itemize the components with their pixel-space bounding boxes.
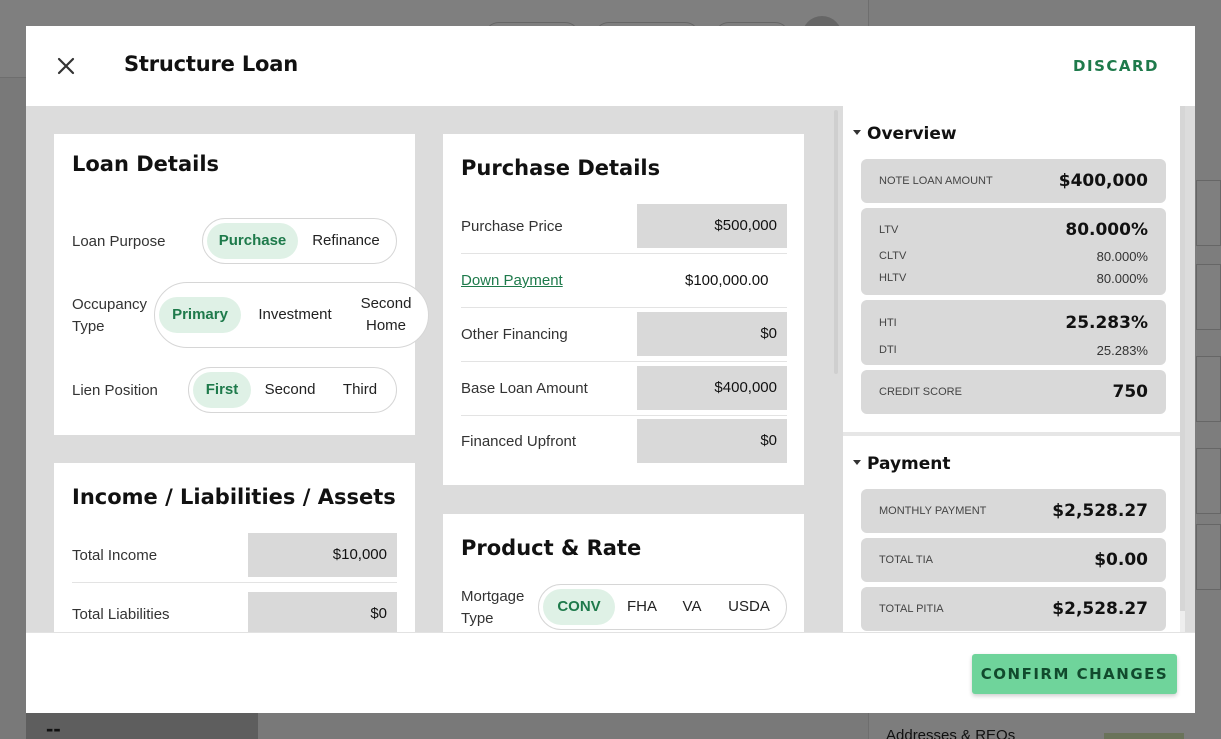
income-liabilities-assets-card: Income / Liabilities / Assets Total Inco… bbox=[54, 463, 415, 632]
payment-section-toggle[interactable]: Payment bbox=[853, 454, 951, 474]
credit-score-metric: CREDIT SCORE 750 bbox=[861, 370, 1166, 414]
occupancy-option-second-home[interactable]: Second Home bbox=[351, 293, 421, 337]
monthly-payment-label: MONTHLY PAYMENT bbox=[879, 505, 987, 517]
occupancy-type-label: Occupancy Type bbox=[72, 294, 147, 338]
lien-option-second[interactable]: Second bbox=[255, 372, 325, 408]
summary-panel: Overview NOTE LOAN AMOUNT $400,000 LTV 8… bbox=[843, 106, 1185, 632]
discard-button[interactable]: DISCARD bbox=[1073, 57, 1159, 75]
row-divider bbox=[461, 307, 787, 308]
total-pitia-metric: TOTAL PITIA $2,528.27 bbox=[861, 587, 1166, 631]
row-divider bbox=[461, 361, 787, 362]
modal-header: Structure Loan DISCARD bbox=[26, 26, 1195, 106]
modal-body: Loan Details Loan Purpose Purchase Refin… bbox=[26, 106, 1195, 632]
total-income-field[interactable]: $10,000 bbox=[248, 533, 397, 577]
hti-metric: HTI 25.283% DTI 25.283% bbox=[861, 300, 1166, 365]
occupancy-option-second-home-line2: Home bbox=[365, 317, 406, 334]
overview-title: Overview bbox=[867, 124, 957, 144]
lien-option-third[interactable]: Third bbox=[329, 372, 391, 408]
hltv-label: HLTV bbox=[879, 272, 907, 284]
mortgage-option-usda[interactable]: USDA bbox=[717, 589, 781, 625]
income-card-title: Income / Liabilities / Assets bbox=[72, 485, 396, 509]
credit-score-value: 750 bbox=[1112, 382, 1149, 402]
structure-loan-modal: Structure Loan DISCARD Loan Details Loan… bbox=[26, 26, 1195, 713]
hti-value: 25.283% bbox=[1065, 313, 1148, 333]
confirm-changes-button[interactable]: CONFIRM CHANGES bbox=[972, 654, 1177, 694]
note-loan-amount-label: NOTE LOAN AMOUNT bbox=[879, 175, 993, 187]
cltv-label: CLTV bbox=[879, 250, 907, 262]
section-divider bbox=[843, 432, 1185, 436]
total-income-label: Total Income bbox=[72, 547, 158, 564]
summary-scrollbar-thumb[interactable] bbox=[1180, 106, 1185, 611]
total-tia-value: $0.00 bbox=[1094, 550, 1148, 570]
total-liabilities-field[interactable]: $0 bbox=[248, 592, 397, 632]
mortgage-type-label: Mortgage Type bbox=[461, 586, 524, 630]
main-scrollbar[interactable] bbox=[834, 110, 838, 374]
loan-purpose-label: Loan Purpose bbox=[72, 233, 166, 250]
ltv-value: 80.000% bbox=[1065, 220, 1148, 240]
total-pitia-label: TOTAL PITIA bbox=[879, 603, 944, 615]
note-loan-amount-metric: NOTE LOAN AMOUNT $400,000 bbox=[861, 159, 1166, 203]
loan-details-title: Loan Details bbox=[72, 152, 220, 176]
monthly-payment-metric: MONTHLY PAYMENT $2,528.27 bbox=[861, 489, 1166, 533]
lien-position-toggle: First Second Third bbox=[188, 367, 397, 413]
note-loan-amount-value: $400,000 bbox=[1058, 171, 1148, 191]
mortgage-type-label-line2: Type bbox=[461, 610, 494, 627]
mortgage-option-conv[interactable]: CONV bbox=[543, 589, 615, 625]
modal-title: Structure Loan bbox=[124, 52, 298, 76]
dti-value: 25.283% bbox=[1096, 343, 1148, 358]
hltv-value: 80.000% bbox=[1096, 271, 1148, 286]
row-divider bbox=[461, 253, 787, 254]
purchase-price-label: Purchase Price bbox=[461, 218, 563, 235]
product-rate-title: Product & Rate bbox=[461, 536, 642, 560]
base-loan-amount-label: Base Loan Amount bbox=[461, 380, 588, 397]
monthly-payment-value: $2,528.27 bbox=[1052, 501, 1148, 521]
occupancy-option-investment[interactable]: Investment bbox=[243, 297, 347, 333]
occupancy-type-label-line1: Occupancy bbox=[72, 296, 148, 313]
total-liabilities-label: Total Liabilities bbox=[72, 606, 170, 623]
lien-position-label: Lien Position bbox=[72, 382, 158, 399]
hti-label: HTI bbox=[879, 317, 897, 329]
credit-score-label: CREDIT SCORE bbox=[879, 386, 962, 398]
caret-down-icon bbox=[853, 129, 861, 135]
row-divider bbox=[461, 415, 787, 416]
other-financing-label: Other Financing bbox=[461, 326, 568, 343]
lien-option-first[interactable]: First bbox=[193, 372, 251, 408]
total-pitia-value: $2,528.27 bbox=[1052, 599, 1148, 619]
overview-section-toggle[interactable]: Overview bbox=[853, 124, 957, 144]
occupancy-option-primary[interactable]: Primary bbox=[159, 297, 241, 333]
product-rate-card: Product & Rate Mortgage Type CONV FHA VA… bbox=[443, 514, 804, 632]
payment-title: Payment bbox=[867, 454, 951, 474]
row-divider bbox=[72, 582, 397, 583]
total-tia-metric: TOTAL TIA $0.00 bbox=[861, 538, 1166, 582]
total-tia-label: TOTAL TIA bbox=[879, 554, 933, 566]
mortgage-option-va[interactable]: VA bbox=[669, 589, 715, 625]
loan-purpose-option-purchase[interactable]: Purchase bbox=[207, 223, 298, 259]
ltv-metric: LTV 80.000% CLTV 80.000% HLTV 80.000% bbox=[861, 208, 1166, 295]
down-payment-value: $100,000.00 bbox=[685, 272, 769, 289]
mortgage-type-label-line1: Mortgage bbox=[461, 588, 525, 605]
loan-details-card: Loan Details Loan Purpose Purchase Refin… bbox=[54, 134, 429, 435]
cltv-value: 80.000% bbox=[1096, 249, 1148, 264]
down-payment-link[interactable]: Down Payment bbox=[461, 270, 563, 292]
purchase-details-title: Purchase Details bbox=[461, 156, 661, 180]
financed-upfront-label: Financed Upfront bbox=[461, 433, 577, 450]
purchase-price-field[interactable]: $500,000 bbox=[637, 204, 787, 248]
occupancy-type-toggle: Primary Investment Second Home bbox=[154, 282, 429, 348]
caret-down-icon bbox=[853, 459, 861, 465]
base-loan-amount-field[interactable]: $400,000 bbox=[637, 366, 787, 410]
other-financing-field[interactable]: $0 bbox=[637, 312, 787, 356]
loan-purpose-option-refinance[interactable]: Refinance bbox=[301, 223, 391, 259]
financed-upfront-field[interactable]: $0 bbox=[637, 419, 787, 463]
dti-label: DTI bbox=[879, 344, 897, 356]
occupancy-type-label-line2: Type bbox=[72, 318, 105, 335]
purchase-details-card: Purchase Details Purchase Price $500,000… bbox=[443, 134, 804, 485]
ltv-label: LTV bbox=[879, 224, 899, 236]
loan-purpose-toggle: Purchase Refinance bbox=[202, 218, 397, 264]
mortgage-option-fha[interactable]: FHA bbox=[617, 589, 667, 625]
modal-footer: CONFIRM CHANGES bbox=[26, 632, 1195, 713]
occupancy-option-second-home-line1: Second bbox=[360, 295, 412, 312]
close-icon[interactable] bbox=[54, 54, 78, 78]
mortgage-type-toggle: CONV FHA VA USDA bbox=[538, 584, 787, 630]
